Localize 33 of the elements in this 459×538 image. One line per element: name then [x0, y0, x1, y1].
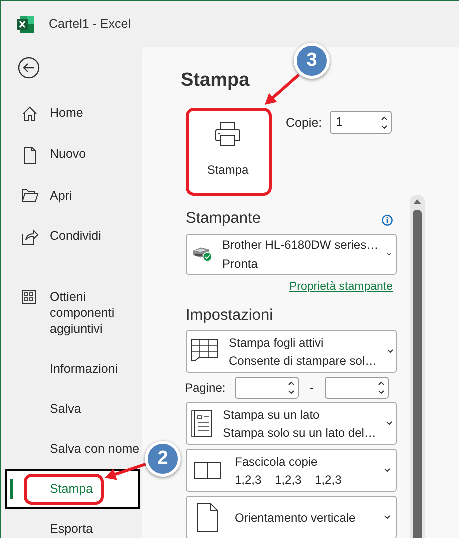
option-title: Fascicola copie	[235, 454, 319, 468]
nav-item[interactable]: Home	[5, 93, 140, 134]
nav-item[interactable]: Condividi	[5, 216, 140, 257]
nav-item[interactable]: Apri	[5, 176, 140, 216]
option-detail: 1,2,3 1,2,3 1,2,3	[235, 472, 343, 486]
settings-dropdown[interactable]: Stampa fogli attivi Consente di stampare sol…	[186, 330, 397, 373]
copies-field[interactable]: 1	[330, 111, 392, 134]
nav-item[interactable]: Salva	[5, 389, 140, 429]
nav-item[interactable]: Nuovo	[5, 134, 140, 176]
settings-dropdown[interactable]: Fascicola copie 1,2,3 1,2,3 1,2,3	[186, 449, 397, 492]
window-title: Cartel1 - Excel	[49, 16, 131, 33]
section-heading: Stampante	[186, 209, 261, 229]
nav-item[interactable]: Salva con nome	[5, 429, 140, 469]
copies-label: Copie:	[286, 115, 322, 132]
option-detail: Consente di stampare sol…	[229, 354, 378, 368]
printer-properties-link[interactable]: Proprietà stampante	[289, 278, 393, 296]
printer-status: Pronta	[222, 256, 259, 271]
printer-name: Brother HL-6180DW series…	[222, 238, 379, 252]
settings-dropdown[interactable]: Stampa su un lato Stampa solo su un lato del…	[186, 402, 397, 445]
range-dash: -	[309, 380, 315, 396]
pages-label: Pagine:	[185, 380, 227, 396]
print-button[interactable]: Stampa	[186, 107, 270, 193]
nav-item[interactable]: Esporta	[5, 509, 140, 538]
option-title: Stampa su un lato	[223, 408, 321, 422]
page-heading: Stampa	[181, 69, 250, 93]
nav-item[interactable]: Informazioni	[5, 349, 140, 389]
settings-dropdown[interactable]: Orientamento verticale	[186, 496, 397, 538]
option-detail: Stampa solo su un lato del…	[223, 426, 376, 440]
printer-dropdown[interactable]: Brother HL-6180DW series… Pronta	[186, 234, 397, 274]
nav-item[interactable]: Ottieni componenti aggiuntivi	[5, 277, 140, 349]
option-title: Orientamento verticale	[235, 510, 357, 524]
section-heading: Impostazioni	[185, 306, 274, 326]
option-title: Stampa fogli attivi	[229, 336, 325, 350]
